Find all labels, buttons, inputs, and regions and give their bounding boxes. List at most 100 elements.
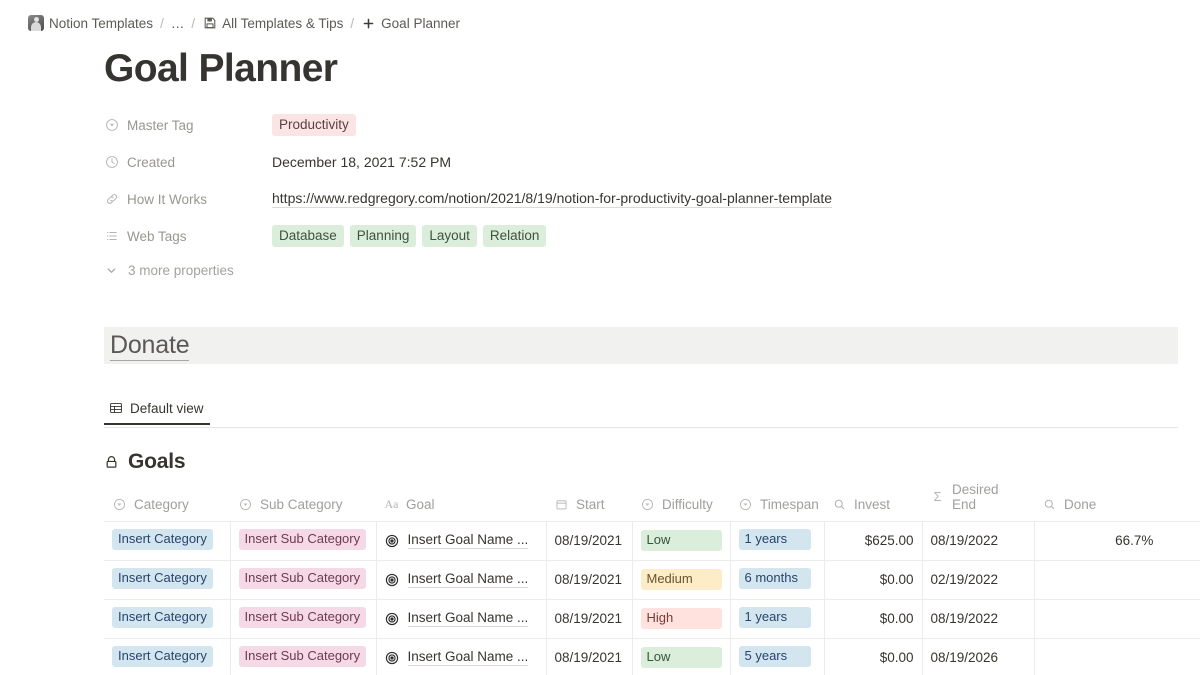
property-value-created: December 18, 2021 7:52 PM bbox=[272, 154, 451, 171]
property-label-master-tag: Master Tag bbox=[104, 118, 272, 133]
more-properties-toggle[interactable]: 3 more properties bbox=[104, 259, 1200, 283]
goal-name-link[interactable]: Insert Goal Name ... bbox=[407, 649, 529, 667]
cell-goal[interactable]: Insert Goal Name ... bbox=[376, 559, 547, 600]
cell-timespan[interactable]: 5 years bbox=[730, 637, 825, 675]
cell-category[interactable]: Insert Category bbox=[104, 520, 231, 561]
target-icon bbox=[385, 534, 399, 548]
column-label: Category bbox=[134, 496, 189, 512]
url-link[interactable]: https://www.redgregory.com/notion/2021/8… bbox=[272, 190, 833, 209]
property-row-created[interactable]: Created December 18, 2021 7:52 PM bbox=[104, 148, 1200, 177]
cell-desired-end[interactable]: 02/19/2022 bbox=[922, 559, 1035, 600]
cell-sub-category[interactable]: Insert Sub Category bbox=[230, 559, 377, 600]
cell-sub-category[interactable]: Insert Sub Category bbox=[230, 520, 377, 561]
cell-desired-end[interactable]: 08/19/2026 bbox=[922, 637, 1035, 675]
cell-invest[interactable]: $0.00 bbox=[824, 559, 923, 600]
column-header-difficulty[interactable]: Difficulty bbox=[632, 481, 730, 522]
tag-category: Insert Category bbox=[112, 606, 213, 628]
cell-invest[interactable]: $625.00 bbox=[824, 520, 923, 561]
column-header-start[interactable]: Start bbox=[546, 481, 632, 522]
property-label-how-it-works: How It Works bbox=[104, 192, 272, 207]
cell-start[interactable]: 08/19/2021 bbox=[546, 559, 633, 600]
tab-default-view[interactable]: Default view bbox=[104, 401, 210, 425]
done-value: 66.7% bbox=[1115, 533, 1154, 549]
clock-icon bbox=[104, 155, 119, 170]
goal-name-link[interactable]: Insert Goal Name ... bbox=[407, 610, 529, 628]
plus-icon bbox=[361, 16, 376, 31]
breadcrumb-item-goal-planner[interactable]: Goal Planner bbox=[361, 16, 460, 31]
cell-category[interactable]: Insert Category bbox=[104, 598, 231, 639]
cell-start[interactable]: 08/19/2021 bbox=[546, 520, 633, 561]
cell-start[interactable]: 08/19/2021 bbox=[546, 637, 633, 675]
cell-timespan[interactable]: 1 years bbox=[730, 598, 825, 639]
cell-goal[interactable]: Insert Goal Name ... bbox=[376, 598, 547, 639]
column-header-timespan[interactable]: Timespan bbox=[730, 481, 824, 522]
rollup-icon: Σ bbox=[933, 489, 942, 505]
formula-icon bbox=[832, 497, 847, 512]
cell-desired-end[interactable]: 08/19/2022 bbox=[922, 598, 1035, 639]
invest-value: $0.00 bbox=[879, 611, 914, 627]
table-row[interactable]: Insert Category Insert Sub Category Inse… bbox=[104, 637, 1200, 675]
cell-invest[interactable]: $0.00 bbox=[824, 598, 923, 639]
cell-difficulty[interactable]: Low bbox=[632, 637, 731, 675]
tag-difficulty: Low bbox=[640, 530, 722, 552]
donate-heading[interactable]: Donate bbox=[110, 330, 190, 361]
goal-name-link[interactable]: Insert Goal Name ... bbox=[407, 532, 529, 550]
property-value-how-it-works[interactable]: https://www.redgregory.com/notion/2021/8… bbox=[272, 190, 833, 209]
property-value-web-tags[interactable]: Database Planning Layout Relation bbox=[272, 225, 547, 248]
title-icon: Aa bbox=[384, 496, 399, 511]
cell-done[interactable] bbox=[1034, 637, 1200, 675]
table-row[interactable]: Insert Category Insert Sub Category Inse… bbox=[104, 559, 1200, 600]
cell-difficulty[interactable]: Medium bbox=[632, 559, 731, 600]
tag-timespan: 6 months bbox=[738, 567, 811, 589]
property-label-web-tags: Web Tags bbox=[104, 229, 272, 244]
cell-goal[interactable]: Insert Goal Name ... bbox=[376, 637, 547, 675]
tag-database: Database bbox=[272, 225, 344, 248]
tag-sub-category: Insert Sub Category bbox=[238, 567, 367, 589]
breadcrumb-item-all-templates[interactable]: All Templates & Tips bbox=[202, 16, 343, 31]
cell-timespan[interactable]: 6 months bbox=[730, 559, 825, 600]
breadcrumb-label-workspace: Notion Templates bbox=[49, 15, 154, 31]
property-name: How It Works bbox=[127, 191, 208, 207]
cell-goal[interactable]: Insert Goal Name ... bbox=[376, 520, 547, 561]
cell-done[interactable] bbox=[1034, 559, 1200, 600]
database-title: Goals bbox=[104, 450, 1200, 474]
column-header-goal[interactable]: Aa Goal bbox=[376, 481, 546, 522]
cell-sub-category[interactable]: Insert Sub Category bbox=[230, 598, 377, 639]
tag-relation: Relation bbox=[482, 225, 547, 248]
table-row[interactable]: Insert Category Insert Sub Category Inse… bbox=[104, 520, 1200, 561]
tab-label: Default view bbox=[130, 400, 204, 416]
property-value-master-tag[interactable]: Productivity bbox=[272, 114, 356, 137]
cell-done[interactable] bbox=[1034, 598, 1200, 639]
column-label: Sub Category bbox=[260, 496, 343, 512]
target-icon bbox=[385, 612, 399, 626]
property-row-master-tag[interactable]: Master Tag Productivity bbox=[104, 111, 1200, 140]
column-header-invest[interactable]: Invest bbox=[824, 481, 922, 522]
cell-done[interactable]: 66.7% bbox=[1034, 520, 1200, 561]
cell-start[interactable]: 08/19/2021 bbox=[546, 598, 633, 639]
table-body: Insert Category Insert Sub Category Inse… bbox=[104, 520, 1200, 675]
cell-timespan[interactable]: 1 years bbox=[730, 520, 825, 561]
column-header-category[interactable]: Category bbox=[104, 481, 230, 522]
cell-difficulty[interactable]: Low bbox=[632, 520, 731, 561]
cell-invest[interactable]: $0.00 bbox=[824, 637, 923, 675]
property-row-web-tags[interactable]: Web Tags Database Planning Layout Relati… bbox=[104, 222, 1200, 251]
tag-timespan: 5 years bbox=[738, 645, 811, 667]
column-header-desired-end[interactable]: Σ Desired End bbox=[922, 481, 1034, 522]
column-label: Start bbox=[576, 496, 605, 512]
cell-sub-category[interactable]: Insert Sub Category bbox=[230, 637, 377, 675]
cell-desired-end[interactable]: 08/19/2022 bbox=[922, 520, 1035, 561]
cell-category[interactable]: Insert Category bbox=[104, 637, 231, 675]
cell-difficulty[interactable]: High bbox=[632, 598, 731, 639]
property-name: Web Tags bbox=[127, 228, 187, 244]
select-icon bbox=[640, 497, 655, 512]
property-name: Master Tag bbox=[127, 117, 194, 133]
goal-name-link[interactable]: Insert Goal Name ... bbox=[407, 571, 529, 589]
property-row-how-it-works[interactable]: How It Works https://www.redgregory.com/… bbox=[104, 185, 1200, 214]
column-header-done[interactable]: Done bbox=[1034, 481, 1200, 522]
list-icon bbox=[104, 229, 119, 244]
cell-category[interactable]: Insert Category bbox=[104, 559, 231, 600]
breadcrumb-item-ellipsis[interactable]: … bbox=[171, 16, 185, 31]
table-row[interactable]: Insert Category Insert Sub Category Inse… bbox=[104, 598, 1200, 639]
column-header-sub-category[interactable]: Sub Category bbox=[230, 481, 376, 522]
breadcrumb-item-workspace[interactable]: Notion Templates bbox=[28, 15, 153, 31]
